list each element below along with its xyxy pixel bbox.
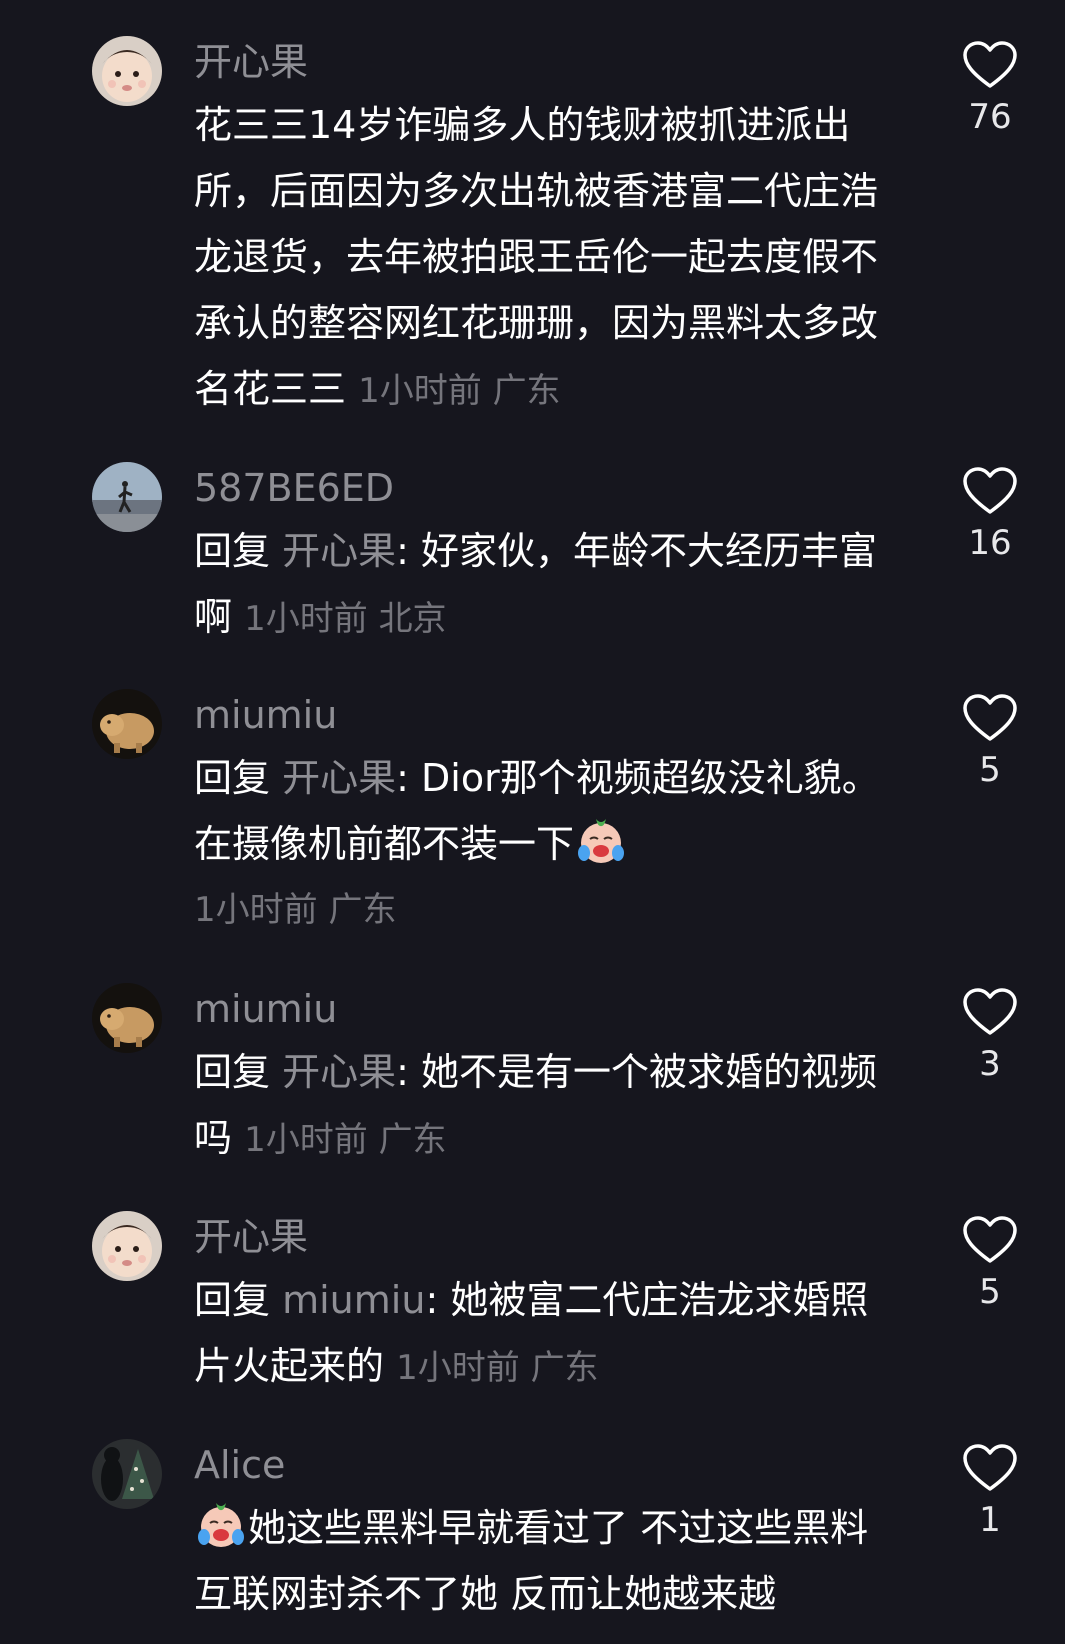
like-button[interactable]: 3 — [960, 987, 1020, 1087]
like-count: 1 — [979, 1500, 1001, 1540]
comment-time: 1小时前 — [244, 599, 368, 639]
comment-time: 1小时前 — [194, 890, 318, 930]
comment-meta: 1小时前 广东 — [194, 877, 894, 943]
user-avatar[interactable] — [92, 1211, 162, 1281]
like-count: 5 — [979, 1272, 1001, 1312]
user-avatar[interactable] — [92, 1439, 162, 1509]
comment-location: 北京 — [378, 599, 447, 639]
crying-face-emoji-icon — [578, 819, 625, 863]
like-button[interactable]: 16 — [960, 466, 1020, 566]
comment-username[interactable]: 开心果 — [194, 1213, 308, 1261]
comment-content: 花三三14岁诈骗多人的钱财被抓进派出所，后面因为多次出轨被香港富二代庄浩龙退货，… — [194, 103, 879, 411]
reply-prefix: 回复 — [194, 1050, 271, 1094]
crying-face-emoji-icon — [198, 1503, 244, 1547]
comment-text: 花三三14岁诈骗多人的钱财被抓进派出所，后面因为多次出轨被香港富二代庄浩龙退货，… — [194, 92, 894, 424]
heart-icon — [963, 467, 1017, 514]
reply-prefix: 回复 — [194, 529, 271, 573]
heart-icon — [963, 988, 1017, 1035]
heart-icon — [963, 41, 1017, 88]
like-count: 76 — [968, 97, 1012, 137]
comment-time: 1小时前 — [358, 371, 482, 411]
like-button[interactable]: 5 — [960, 1215, 1020, 1315]
like-button[interactable]: 5 — [960, 693, 1020, 793]
comment-content: 她这些黑料早就看过了 不过这些黑料互联网封杀不了她 反而让她越来越 — [194, 1506, 869, 1616]
reply-target-username[interactable]: miumiu — [282, 1278, 425, 1322]
beach-person-avatar-icon — [92, 462, 162, 532]
baby-face-avatar-icon — [92, 1211, 162, 1281]
user-avatar[interactable] — [92, 462, 162, 532]
comment-username[interactable]: miumiu — [194, 691, 337, 739]
comment-location: 广东 — [492, 371, 561, 411]
reply-target-username[interactable]: 开心果 — [282, 756, 396, 800]
comment-location: 广东 — [530, 1348, 599, 1388]
comment-username[interactable]: 587BE6ED — [194, 464, 394, 512]
capybara-avatar-icon — [92, 689, 162, 759]
reply-target-username[interactable]: 开心果 — [282, 529, 396, 573]
christmas-tree-avatar-icon — [92, 1439, 162, 1509]
comment-text: 回复 miumiu: 她被富二代庄浩龙求婚照片火起来的 1小时前 广东 — [194, 1278, 869, 1388]
comment-location: 广东 — [328, 890, 397, 930]
like-count: 16 — [968, 523, 1012, 563]
heart-icon — [963, 1444, 1017, 1491]
like-count: 3 — [979, 1044, 1001, 1084]
reply-target-username[interactable]: 开心果 — [282, 1050, 396, 1094]
comment-username[interactable]: 开心果 — [194, 38, 308, 86]
comment-text: 她这些黑料早就看过了 不过这些黑料互联网封杀不了她 反而让她越来越 — [194, 1495, 894, 1627]
comment-location: 广东 — [378, 1120, 447, 1160]
comment-text: 回复 开心果: 她不是有一个被求婚的视频吗 1小时前 广东 — [194, 1050, 878, 1160]
user-avatar[interactable] — [92, 983, 162, 1053]
comment-username[interactable]: Alice — [194, 1441, 285, 1489]
comment-meta: 1小时前 广东 — [358, 371, 560, 411]
reply-prefix: 回复 — [194, 756, 271, 800]
comment-text: 回复 开心果: Dior那个视频超级没礼貌。在摄像机前都不装一下 1小时前 广东 — [194, 745, 894, 943]
capybara-avatar-icon — [92, 983, 162, 1053]
comment-text: 回复 开心果: 好家伙，年龄不大经历丰富啊 1小时前 北京 — [194, 529, 878, 639]
baby-face-avatar-icon — [92, 36, 162, 106]
comment-meta: 1小时前 北京 — [244, 599, 446, 639]
like-button[interactable]: 76 — [960, 40, 1020, 140]
like-count: 5 — [979, 750, 1001, 790]
comment-time: 1小时前 — [244, 1120, 368, 1160]
user-avatar[interactable] — [92, 36, 162, 106]
comment-meta: 1小时前 广东 — [244, 1120, 446, 1160]
comment-time: 1小时前 — [396, 1348, 520, 1388]
like-button[interactable]: 1 — [960, 1443, 1020, 1543]
comment-meta: 1小时前 广东 — [396, 1348, 598, 1388]
user-avatar[interactable] — [92, 689, 162, 759]
heart-icon — [963, 694, 1017, 741]
comment-username[interactable]: miumiu — [194, 985, 337, 1033]
heart-icon — [963, 1216, 1017, 1263]
reply-prefix: 回复 — [194, 1278, 271, 1322]
